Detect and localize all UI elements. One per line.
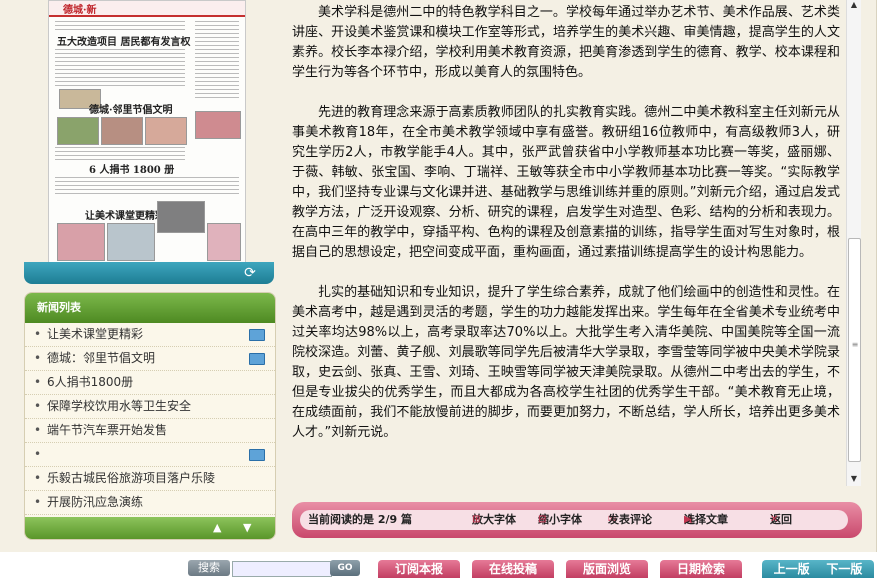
news-list-title: 新闻列表	[25, 293, 275, 323]
article-paragraph: 先进的教育理念来源于高素质教师团队的扎实教育实践。德州二中美术教科室主任刘新元从…	[292, 105, 840, 260]
arrow-up-icon[interactable]: ▲	[213, 521, 221, 534]
thumb-headline-2: 德城·邻里节倡文明	[89, 105, 173, 116]
grip-icon: ≡	[851, 340, 859, 349]
article-body: 美术学科是德州二中的特色教学科目之一。学校每年通过举办艺术节、美术作品展、艺术类…	[292, 0, 840, 468]
list-item[interactable]: 让美术课堂更精彩	[25, 323, 275, 347]
scroll-up-arrow-icon[interactable]: ▲	[848, 0, 860, 10]
reading-toolbar-inner: 当前阅读的是 2/9 篇 放大字体 ⊞ 缩小字体 ⊟ ✉ 发表评论 ◀ 选择文章…	[300, 510, 848, 530]
prev-next-page-button[interactable]: 上一版 下一版	[762, 560, 874, 578]
arrow-down-icon[interactable]: ▼	[243, 521, 251, 534]
list-item[interactable]	[25, 443, 275, 467]
subscribe-button[interactable]: 订阅本报	[378, 560, 460, 578]
news-list-panel: 新闻列表 让美术课堂更精彩 德城：邻里节倡文明 6人捐书1800册 保障学校饮用…	[24, 292, 276, 540]
layout-browse-button[interactable]: 版面浏览	[566, 560, 648, 578]
thumb-headline-3: 6 人捐书 1800 册	[89, 165, 175, 176]
close-icon: ✕	[770, 514, 779, 525]
list-item[interactable]: 6人捐书1800册	[25, 371, 275, 395]
scroll-down-arrow-icon[interactable]: ▼	[848, 474, 860, 484]
news-list-footer: ▲ ▼	[25, 517, 275, 539]
online-submit-button[interactable]: 在线投稿	[472, 560, 554, 578]
plus-icon: ⊞	[472, 514, 481, 525]
list-item[interactable]: 保障学校饮用水等卫生安全	[25, 395, 275, 419]
tv-icon[interactable]	[249, 329, 265, 341]
article-scrollbar[interactable]: ▲ ≡ ▼	[846, 0, 861, 486]
thumb-headline-1: 五大改造项目 居民都有发言权	[57, 37, 191, 48]
thumbnail-bar: ⟳	[24, 262, 274, 284]
bottom-toolbar: 搜索 GO 订阅本报 在线投稿 版面浏览 日期检索 上一版 下一版	[0, 556, 886, 578]
chevron-right-icon: ▶	[684, 514, 692, 525]
thumb-headline-4: 让美术课堂更精彩	[85, 211, 165, 222]
search-go-button[interactable]: GO	[330, 560, 360, 576]
refresh-icon[interactable]: ⟳	[238, 265, 262, 281]
tv-icon[interactable]	[249, 353, 265, 365]
list-item[interactable]: 端午节汽车票开始发售	[25, 419, 275, 443]
tv-icon[interactable]	[249, 449, 265, 461]
news-list: 让美术课堂更精彩 德城：邻里节倡文明 6人捐书1800册 保障学校饮用水等卫生安…	[25, 323, 275, 515]
list-item[interactable]: 开展防汛应急演练	[25, 491, 275, 515]
search-input[interactable]	[232, 561, 332, 577]
article-paragraph: 美术学科是德州二中的特色教学科目之一。学校每年通过举办艺术节、美术作品展、艺术类…	[292, 5, 840, 80]
list-item[interactable]: 德城：邻里节倡文明	[25, 347, 275, 371]
list-item[interactable]: 乐毅古城民俗旅游项目落户乐陵	[25, 467, 275, 491]
search-label: 搜索	[188, 560, 230, 576]
reading-toolbar: 当前阅读的是 2/9 篇 放大字体 ⊞ 缩小字体 ⊟ ✉ 发表评论 ◀ 选择文章…	[292, 502, 862, 538]
masthead: 德城·新	[63, 5, 97, 16]
reading-progress: 当前阅读的是 2/9 篇	[308, 513, 412, 526]
minus-icon: ⊟	[538, 514, 547, 525]
newspaper-thumbnail[interactable]: 德城·新 五大改造项目 居民都有发言权 德城·邻里节倡文明 6 人捐书 1800…	[48, 0, 246, 264]
article-paragraph: 扎实的基础知识和专业知识，提升了学生综合素养，成就了他们绘画中的创造性和灵性。在…	[292, 285, 840, 440]
scroll-thumb[interactable]: ≡	[848, 238, 861, 462]
date-search-button[interactable]: 日期检索	[660, 560, 742, 578]
